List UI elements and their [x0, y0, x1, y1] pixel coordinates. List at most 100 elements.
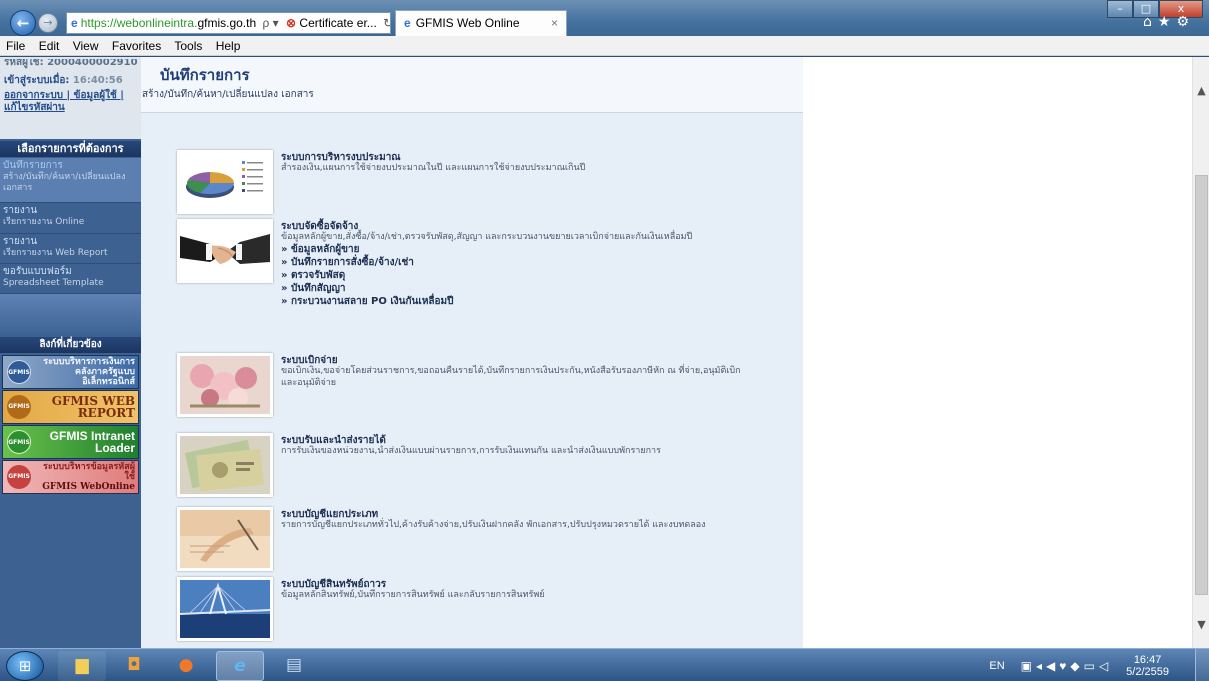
- tab-title: GFMIS Web Online: [415, 16, 520, 30]
- clock[interactable]: 16:47 5/2/2559: [1126, 654, 1169, 678]
- browser-titlebar: – □ x ← → e https://webonlineintra.gfmis.…: [0, 0, 1209, 36]
- menu-view[interactable]: View: [73, 39, 99, 53]
- page-title: บันทึกรายการ: [160, 66, 250, 84]
- menu-edit[interactable]: Edit: [39, 39, 60, 53]
- ie-icon: e: [234, 656, 246, 676]
- banner-intranet-loader[interactable]: GFMIS GFMIS Intranet Loader: [2, 425, 139, 459]
- ie-page-icon: e: [71, 16, 78, 30]
- service-description: ข้อมูลหลักผู้ขาย,สั่งซื้อ/จ้าง/เช่า,ตรวจ…: [281, 232, 693, 242]
- bridge-thumbnail[interactable]: [177, 577, 273, 641]
- sidebar: รหัสผู้ใช้: 2000400002910 เข้าสู่ระบบเมื…: [0, 57, 141, 648]
- sidebar-item-spreadsheet[interactable]: ขอรับแบบฟอร์ม Spreadsheet Template: [0, 263, 141, 293]
- login-info: เข้าสู่ระบบเมื่อ: 16:40:56: [4, 73, 137, 88]
- gfmis-logo-icon: GFMIS: [7, 430, 31, 454]
- content-header: บันทึกรายการ สร้าง/บันทึก/ค้นหา/เปลี่ยนแ…: [141, 57, 803, 113]
- service-procurement[interactable]: ระบบจัดซื้อจัดจ้าง ข้อมูลหลักผู้ขาย,สั่ง…: [177, 219, 757, 329]
- taskbar-internet-explorer[interactable]: e: [216, 651, 264, 681]
- ledger-thumbnail[interactable]: [177, 507, 273, 571]
- show-desktop-button[interactable]: [1195, 649, 1209, 681]
- forward-button[interactable]: →: [38, 13, 58, 33]
- firefox-icon: ●: [178, 655, 194, 675]
- vertical-scrollbar[interactable]: ▲ ▼: [1192, 57, 1209, 648]
- user-links[interactable]: ออกจากระบบ | ข้อมูลผู้ใช้ | แก้ไขรหัสผ่า…: [4, 90, 137, 114]
- pie-chart-icon: [180, 153, 270, 211]
- service-budget[interactable]: ระบบการบริหารงบประมาณ สำรองเงิน,แผนการใช…: [177, 150, 757, 214]
- banner-text: ระบบบริหารการเงินการคลังภาครัฐแบบอิเล็กท…: [43, 357, 135, 387]
- service-revenue[interactable]: ระบบรับและนำส่งรายได้ การรับเงินของหน่วย…: [177, 433, 757, 497]
- sidebar-item-sub: เรียกรายงาน Online: [3, 217, 85, 227]
- certificate-error-icon[interactable]: ⊗: [286, 16, 296, 30]
- taskbar-explorer[interactable]: ▆: [58, 651, 106, 681]
- link-po-carryover[interactable]: » กระบวนงานสลาย PO เงินกันเหลื่อมปี: [281, 295, 453, 308]
- service-description: ข้อมูลหลักสินทรัพย์,บันทึกรายการสินทรัพย…: [281, 590, 545, 600]
- language-indicator[interactable]: EN: [989, 660, 1004, 672]
- address-bar[interactable]: e https://webonlineintra.gfmis.go.th ρ ▾ …: [66, 12, 391, 34]
- folder-icon: ▆: [75, 655, 89, 675]
- arrow-left-icon: ←: [16, 14, 30, 32]
- tray-icons[interactable]: ▣◂◀♥◆▭◁: [1021, 659, 1113, 673]
- banner-gfmis-web-report[interactable]: GFMIS GFMIS WEB REPORT: [2, 390, 139, 424]
- banner-text: GFMIS Intranet Loader: [49, 429, 135, 455]
- menu-favorites[interactable]: Favorites: [112, 39, 161, 53]
- flowers-thumbnail[interactable]: [177, 353, 273, 417]
- right-blank-area: [803, 57, 1192, 648]
- scroll-thumb[interactable]: [1195, 175, 1208, 595]
- refresh-icon[interactable]: ↻: [383, 16, 390, 30]
- link-purchase-order[interactable]: » บันทึกรายการสั่งซื้อ/จ้าง/เช่า: [281, 256, 453, 269]
- sidebar-item-sub: สร้าง/บันทึก/ค้นหา/เปลี่ยนแปลง เอกสาร: [3, 172, 126, 193]
- sidebar-item-report-online[interactable]: รายงาน เรียกรายงาน Online: [0, 202, 141, 232]
- login-time: 16:40:56: [72, 75, 123, 86]
- menu-help[interactable]: Help: [216, 39, 241, 53]
- service-description: การรับเงินของหน่วยงาน,นำส่งเงินแบบผ่านรา…: [281, 446, 661, 456]
- outlook-icon: ◘: [127, 655, 141, 675]
- clock-time: 16:47: [1133, 653, 1162, 666]
- taskbar-word[interactable]: ▤: [270, 651, 318, 681]
- url-host: gfmis.go.th: [197, 16, 257, 30]
- procurement-links: » ข้อมูลหลักผู้ขาย » บันทึกรายการสั่งซื้…: [281, 243, 453, 308]
- link-vendor-master[interactable]: » ข้อมูลหลักผู้ขาย: [281, 243, 453, 256]
- sidebar-item-sub: เรียกรายงาน Web Report: [3, 248, 108, 258]
- scroll-up-arrow-icon[interactable]: ▲: [1193, 83, 1209, 99]
- banner-gfmis-webonline[interactable]: GFMIS ระบบบริหารข้อมูลรหัสผู้ใช้ GFMIS W…: [2, 460, 139, 494]
- windows-taskbar: ⊞ ▆ ◘ ● e ▤ EN ▣◂◀♥◆▭◁ 16:47 5/2/2559: [0, 648, 1209, 681]
- banner-e-payment[interactable]: GFMIS ระบบบริหารการเงินการคลังภาครัฐแบบอ…: [2, 355, 139, 389]
- search-dropdown-icon[interactable]: ρ ▾: [262, 16, 278, 30]
- link-contract[interactable]: » บันทึกสัญญา: [281, 282, 453, 295]
- link-goods-receipt[interactable]: » ตรวจรับพัสดุ: [281, 269, 453, 282]
- banner-text-thai: ระบบบริหารข้อมูลรหัสผู้ใช้: [43, 462, 135, 482]
- tab-gfmis-web-online[interactable]: e GFMIS Web Online ×: [395, 10, 567, 36]
- banner-text: GFMIS WEB REPORT: [51, 394, 135, 420]
- gfmis-logo-icon: GFMIS: [7, 465, 31, 489]
- handshake-thumbnail[interactable]: [177, 219, 273, 283]
- page-subtitle: สร้าง/บันทึก/ค้นหา/เปลี่ยนแปลง เอกสาร: [142, 89, 314, 100]
- budget-pie-chart-thumbnail[interactable]: [177, 150, 273, 214]
- url-prefix: https://webonlineintra.: [80, 16, 198, 30]
- certificate-error-label[interactable]: Certificate er...: [299, 16, 376, 30]
- menu-file[interactable]: File: [6, 39, 25, 53]
- tab-close-icon[interactable]: ×: [551, 11, 558, 35]
- system-tray: EN ▣◂◀♥◆▭◁ 16:47 5/2/2559: [989, 649, 1169, 681]
- back-button[interactable]: ←: [10, 10, 36, 36]
- arrow-right-icon: →: [43, 16, 53, 29]
- scroll-down-arrow-icon[interactable]: ▼: [1193, 617, 1209, 633]
- ledger-writing-icon: [180, 510, 270, 568]
- service-disbursement[interactable]: ระบบเบิกจ่าย ขอเบิกเงิน,ขอจ่ายโดยส่วนราช…: [177, 353, 757, 417]
- sidebar-item-web-report[interactable]: รายงาน เรียกรายงาน Web Report: [0, 233, 141, 263]
- service-general-ledger[interactable]: ระบบบัญชีแยกประเภท รายการบัญชีแยกประเภทท…: [177, 507, 757, 571]
- minimize-button[interactable]: –: [1107, 0, 1133, 18]
- user-info-box: รหัสผู้ใช้: 2000400002910 เข้าสู่ระบบเมื…: [0, 57, 141, 139]
- service-description: ขอเบิกเงิน,ขอจ่ายโดยส่วนราชการ,ขอถอนคืนร…: [281, 366, 741, 388]
- gfmis-logo-icon: GFMIS: [7, 395, 31, 419]
- banknotes-thumbnail[interactable]: [177, 433, 273, 497]
- menu-tools[interactable]: Tools: [174, 39, 202, 53]
- service-fixed-assets[interactable]: ระบบบัญชีสินทรัพย์ถาวร ข้อมูลหลักสินทรัพ…: [177, 577, 757, 641]
- word-icon: ▤: [285, 655, 303, 675]
- menu-header: เลือกรายการที่ต้องการ: [0, 141, 141, 157]
- taskbar-firefox[interactable]: ●: [162, 651, 210, 681]
- ie-tab-icon: e: [404, 16, 411, 30]
- home-favorites-settings-icons[interactable]: ⌂★⚙: [1143, 14, 1195, 30]
- taskbar-outlook[interactable]: ◘: [110, 651, 158, 681]
- sidebar-item-title: ขอรับแบบฟอร์ม: [3, 266, 72, 277]
- sidebar-item-record[interactable]: บันทึกรายการ สร้าง/บันทึก/ค้นหา/เปลี่ยนแ…: [0, 158, 141, 202]
- start-button[interactable]: ⊞: [6, 651, 44, 681]
